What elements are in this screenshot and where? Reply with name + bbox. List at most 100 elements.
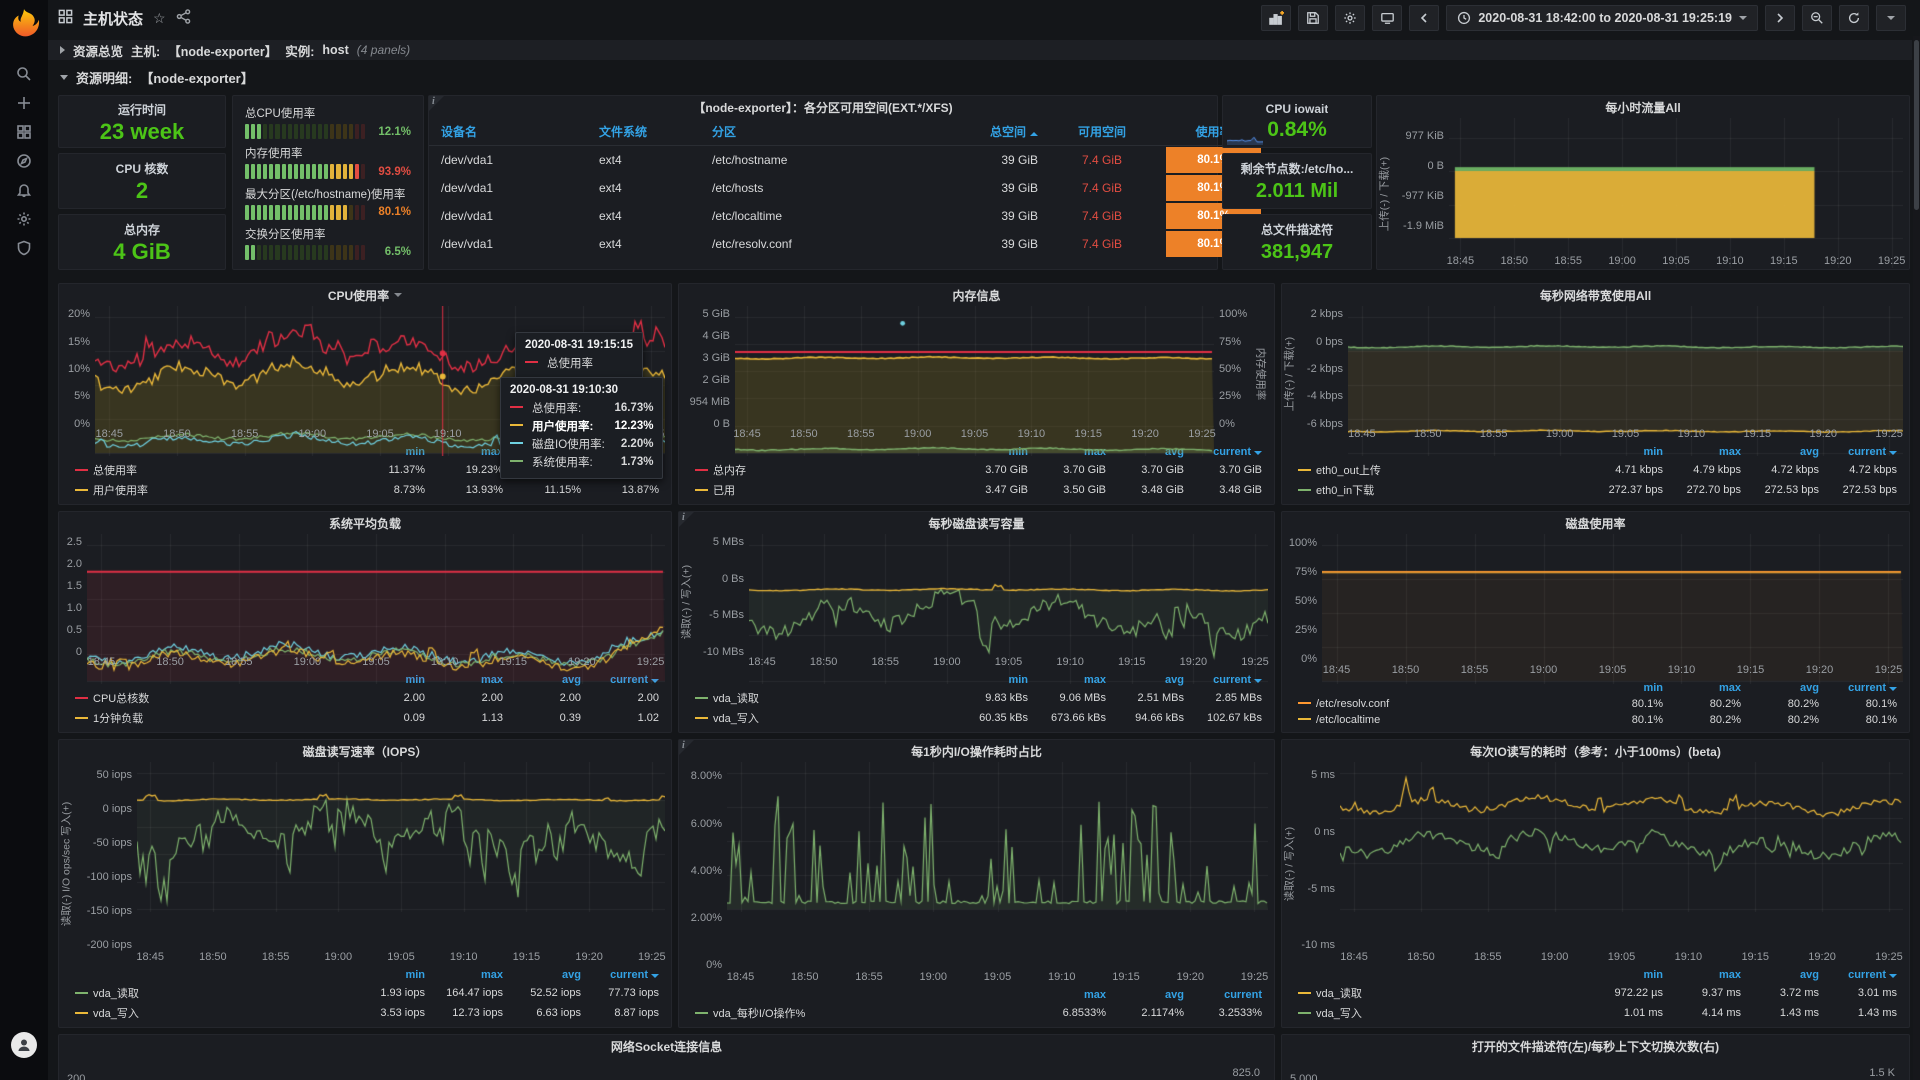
legend-series-label[interactable]: 1分钟负载 — [73, 708, 349, 728]
dashboards-grid-icon[interactable] — [0, 117, 48, 146]
apps-grid-icon[interactable] — [58, 9, 73, 27]
gauge-cell — [245, 205, 249, 220]
table-header-总空间[interactable]: 总空间 — [946, 118, 1042, 146]
x-tick: 19:00 — [933, 656, 961, 668]
cycle-view-tv-button[interactable] — [1372, 5, 1402, 31]
legend-series-label[interactable]: /etc/resolv.conf — [1296, 696, 1587, 712]
y-tick: 0 B — [713, 418, 730, 430]
explore-compass-icon[interactable] — [0, 146, 48, 175]
y-tick: 0 B — [1427, 160, 1444, 172]
legend-header-min[interactable]: min — [1587, 967, 1665, 983]
legend-value: 60.35 kBs — [952, 708, 1030, 728]
table-header-可用空间[interactable]: 可用空间 — [1042, 118, 1162, 146]
legend-value: 52.52 iops — [505, 983, 583, 1003]
dashboard-settings-button[interactable] — [1335, 5, 1365, 31]
legend-header-current[interactable]: current — [1186, 987, 1264, 1003]
panel-title[interactable]: 磁盘使用率 — [1565, 515, 1625, 532]
scrollbar-thumb[interactable] — [1914, 40, 1919, 210]
save-dashboard-button[interactable] — [1298, 5, 1328, 31]
sort-desc-icon — [1889, 974, 1897, 978]
legend-row: CPU总核数2.002.002.002.00 — [73, 688, 661, 708]
table-header-设备名[interactable]: 设备名 — [429, 118, 595, 146]
legend-value: 2.85 MBs — [1186, 688, 1264, 708]
gauge-cell — [245, 245, 249, 260]
graph-canvas[interactable] — [727, 762, 1268, 912]
x-tick: 18:45 — [1340, 951, 1368, 963]
row-detail-value: 【node-exporter】 — [140, 68, 253, 87]
user-avatar[interactable] — [11, 1032, 37, 1058]
graph-canvas[interactable] — [1449, 118, 1903, 268]
share-icon[interactable] — [176, 9, 191, 27]
legend-series-label[interactable]: vda_写入 — [693, 708, 952, 728]
legend-header-avg[interactable]: avg — [1108, 987, 1186, 1003]
panel-title[interactable]: 每小时流量All — [1605, 99, 1680, 116]
refresh-interval-dropdown[interactable] — [1876, 5, 1906, 31]
table-header-文件系统[interactable]: 文件系统 — [595, 118, 708, 146]
panel-title[interactable]: 每1秒内I/O操作耗时占比 — [911, 743, 1042, 760]
legend-header-max[interactable]: max — [1665, 967, 1743, 983]
star-icon[interactable]: ☆ — [153, 10, 166, 27]
time-back-button[interactable] — [1409, 5, 1439, 31]
y-tick: 0 ns — [1314, 826, 1335, 838]
search-icon[interactable] — [0, 59, 48, 88]
dashboard-title[interactable]: 主机状态 — [83, 8, 143, 29]
legend-series-label[interactable]: vda_写入 — [1296, 1003, 1587, 1023]
legend-series-label[interactable]: vda_读取 — [693, 688, 952, 708]
alert-bell-icon[interactable] — [0, 175, 48, 204]
panel-title[interactable]: 每秒磁盘读写容量 — [928, 515, 1024, 532]
legend-series-label[interactable]: vda_读取 — [73, 983, 349, 1003]
legend-series-label[interactable]: 总内存 — [693, 460, 952, 480]
gauge-cell — [355, 205, 359, 220]
settings-gear-icon[interactable] — [0, 204, 48, 233]
zoom-out-button[interactable] — [1802, 5, 1832, 31]
legend-header-avg[interactable]: avg — [1743, 967, 1821, 983]
legend-value: 3.2533% — [1186, 1003, 1264, 1023]
legend-series-label[interactable]: vda_写入 — [73, 1003, 349, 1023]
graph-canvas[interactable] — [1340, 762, 1903, 912]
row-detail-toggle[interactable]: 资源明细: 【node-exporter】 — [48, 66, 254, 88]
legend-header-max[interactable]: max — [1030, 987, 1108, 1003]
graph-canvas[interactable] — [137, 762, 665, 912]
legend-series-label[interactable]: 总使用率 — [73, 460, 349, 480]
panel-title[interactable]: 每秒网络带宽使用All — [1540, 287, 1651, 304]
shield-icon[interactable] — [0, 233, 48, 262]
legend-series-label[interactable]: CPU总核数 — [73, 688, 349, 708]
panel-title[interactable]: CPU使用率 — [328, 287, 389, 304]
time-range-picker[interactable]: 2020-08-31 18:42:00 to 2020-08-31 19:25:… — [1446, 5, 1758, 31]
legend-series-label[interactable]: vda_每秒I/O操作% — [693, 1003, 1030, 1023]
panel-title[interactable]: 系统平均负载 — [329, 515, 401, 532]
row-overview-toggle[interactable]: 资源总览 主机: 【node-exporter】 实例: host (4 pan… — [48, 40, 1912, 60]
legend-header-min[interactable]: min — [349, 967, 427, 983]
legend-header-max[interactable]: max — [427, 967, 505, 983]
legend-series-label[interactable]: 已用 — [693, 480, 952, 500]
legend-series-label[interactable]: /etc/localtime — [1296, 712, 1587, 728]
panel-title[interactable]: 每次IO读写的耗时（参考：小于100ms）(beta) — [1470, 743, 1721, 760]
panel-title[interactable]: 【node-exporter】：各分区可用空间(EXT.*/XFS) — [693, 99, 952, 116]
panel-title[interactable]: 内存信息 — [952, 287, 1000, 304]
tooltip-row: 总使用率:16.73% — [510, 400, 653, 416]
table-cell: ext4 — [595, 174, 708, 202]
legend-value: 80.1% — [1587, 712, 1665, 728]
refresh-button[interactable] — [1839, 5, 1869, 31]
y-tick-right: 825.0 — [1232, 1067, 1260, 1079]
panel-title[interactable]: 磁盘读写速率（IOPS） — [303, 743, 428, 760]
add-panel-button[interactable] — [1261, 5, 1291, 31]
y-tick: 0% — [706, 959, 722, 971]
grafana-logo-icon[interactable] — [7, 7, 41, 41]
legend-header-current[interactable]: current — [1821, 967, 1899, 983]
legend-header-avg[interactable]: avg — [505, 967, 583, 983]
plus-icon[interactable] — [0, 88, 48, 117]
legend-series-label[interactable]: eth0_in下载 — [1296, 480, 1587, 500]
panel-title[interactable]: 打开的文件描述符(左)/每秒上下文切换次数(右) — [1472, 1038, 1719, 1055]
table-header-分区[interactable]: 分区 — [708, 118, 946, 146]
panel-title[interactable]: 网络Socket连接信息 — [611, 1038, 722, 1055]
y-tick: -6 kbps — [1307, 418, 1343, 430]
gauge-cell — [282, 205, 286, 220]
gauge-cell — [355, 124, 359, 139]
legend-header-current[interactable]: current — [583, 967, 661, 983]
legend-series-label[interactable]: 用户使用率 — [73, 480, 349, 500]
x-tick: 18:55 — [225, 656, 253, 668]
legend-series-label[interactable]: eth0_out上传 — [1296, 460, 1587, 480]
legend-series-label[interactable]: vda_读取 — [1296, 983, 1587, 1003]
time-forward-button[interactable] — [1765, 5, 1795, 31]
